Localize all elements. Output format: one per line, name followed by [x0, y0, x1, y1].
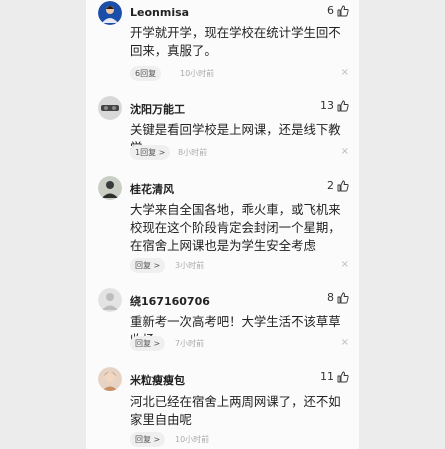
reply-button[interactable]: 6回复 [130, 66, 162, 81]
avatar[interactable] [98, 367, 122, 391]
like-button[interactable]: 8 [327, 291, 349, 304]
comment-text: 大学来自全国各地，乖火車，或飞机来校现在这个阶段肯定会封闭一个星期，在宿舍上网课… [130, 202, 341, 253]
left-background [0, 0, 86, 449]
reply-label: 6回复 [135, 69, 157, 78]
thumbs-up-icon [337, 371, 349, 383]
timestamp: 10小时前 [180, 69, 215, 78]
timestamp: 7小时前 [175, 339, 205, 348]
avatar[interactable] [98, 176, 122, 200]
reply-button[interactable]: 回复 > [130, 336, 166, 351]
comment-text: 河北已经在宿舍上两周网课了，还不如家里自由呢 [130, 394, 341, 427]
close-icon[interactable]: × [341, 68, 349, 78]
close-icon[interactable]: × [341, 147, 349, 157]
thumbs-up-icon [337, 100, 349, 112]
like-count: 11 [320, 370, 334, 383]
timestamp: 10小时前 [175, 435, 210, 444]
avatar[interactable] [98, 96, 122, 120]
like-count: 2 [327, 179, 334, 192]
comment-text: 开学就开学，现在学校在统计学生回不回来，真服了。 [130, 25, 341, 58]
username[interactable]: 米粒瘦瘦包 [130, 372, 185, 388]
reply-button[interactable]: 回复 > [130, 258, 166, 273]
like-count: 8 [327, 291, 334, 304]
avatar[interactable] [98, 288, 122, 312]
comment-list[interactable]: Leonmisa 6 开学就开学，现在学校在统计学生回不回来，真服了。 6回复 … [86, 0, 359, 449]
like-count: 13 [320, 99, 334, 112]
close-icon[interactable]: × [341, 260, 349, 270]
reply-button[interactable]: 回复 > [130, 432, 166, 447]
reply-label: 回复 [135, 339, 151, 348]
right-background [359, 0, 445, 449]
thumbs-up-icon [337, 292, 349, 304]
like-button[interactable]: 13 [320, 99, 349, 112]
chevron-right-icon: > [153, 339, 161, 348]
like-button[interactable]: 2 [327, 179, 349, 192]
timestamp: 8小时前 [178, 148, 208, 157]
username[interactable]: 沈阳万能工 [130, 101, 185, 117]
like-button[interactable]: 6 [327, 4, 349, 17]
reply-label: 1回复 [135, 148, 157, 157]
close-icon[interactable]: × [341, 338, 349, 348]
reply-label: 回复 [135, 261, 151, 270]
username[interactable]: 绕167160706 [130, 293, 210, 309]
thumbs-up-icon [337, 180, 349, 192]
timestamp: 3小时前 [175, 261, 205, 270]
username[interactable]: Leonmisa [130, 6, 189, 19]
like-count: 6 [327, 4, 334, 17]
chevron-right-icon: > [158, 148, 166, 157]
thumbs-up-icon [337, 5, 349, 17]
username[interactable]: 桂花清风 [130, 181, 174, 197]
chevron-right-icon: > [153, 435, 161, 444]
like-button[interactable]: 11 [320, 370, 349, 383]
reply-label: 回复 [135, 435, 151, 444]
reply-button[interactable]: 1回复 > [130, 145, 171, 160]
chevron-right-icon: > [153, 261, 161, 270]
avatar[interactable] [98, 1, 122, 25]
